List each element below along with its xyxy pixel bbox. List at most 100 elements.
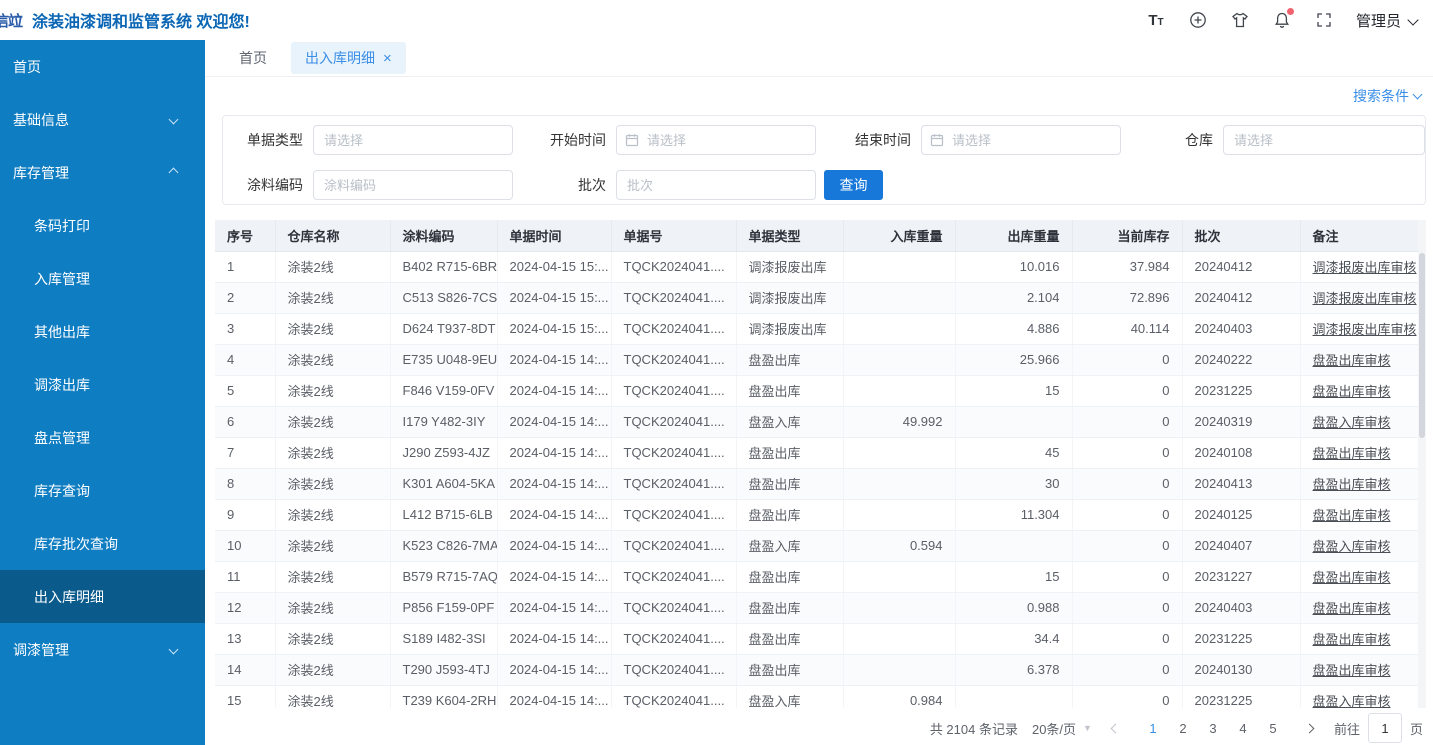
cell-batch: 20240403 <box>1182 592 1300 623</box>
sidebar-item-inventory-mgmt[interactable]: 库存管理 <box>0 146 205 199</box>
cell-doc-no: TQCK2024041.... <box>611 344 736 375</box>
sidebar-item-label: 库存批次查询 <box>34 534 118 554</box>
cell-doc-no: TQCK2024041.... <box>611 530 736 561</box>
sidebar-item-home[interactable]: 首页 <box>0 40 205 93</box>
cell-current-stock: 0 <box>1072 437 1182 468</box>
theme-shirt-icon[interactable] <box>1230 10 1250 30</box>
cell-in-weight: 0.984 <box>843 685 955 708</box>
plus-circle-icon[interactable] <box>1188 10 1208 30</box>
user-menu[interactable]: 管理员 <box>1356 10 1417 31</box>
scrollbar-thumb[interactable] <box>1419 253 1425 438</box>
cell-seq: 3 <box>215 313 275 344</box>
sidebar-item-inout-detail[interactable]: 出入库明细 <box>0 570 205 623</box>
remark-link[interactable]: 盘盈出库审核 <box>1313 446 1391 461</box>
tab-inout-detail[interactable]: 出入库明细× <box>291 42 406 74</box>
remark-link[interactable]: 盘盈入库审核 <box>1313 415 1391 430</box>
page-number-5[interactable]: 5 <box>1260 717 1286 740</box>
end-time-input[interactable] <box>921 125 1121 155</box>
cell-warehouse: 涂装2线 <box>275 437 390 468</box>
sidebar-item-label: 盘点管理 <box>34 428 90 448</box>
remark-link[interactable]: 调漆报废出库审核 <box>1313 322 1417 337</box>
table-row: 2涂装2线C513 S826-7CS2024-04-15 15:...TQCK2… <box>215 282 1418 313</box>
sidebar-item-barcode-print[interactable]: 条码打印 <box>0 199 205 252</box>
batch-input[interactable] <box>616 170 816 200</box>
vertical-scrollbar[interactable] <box>1418 220 1426 708</box>
doc-type-select[interactable] <box>313 125 513 155</box>
total-records: 共 2104 条记录 <box>930 719 1018 738</box>
remark-link[interactable]: 盘盈出库审核 <box>1313 632 1391 647</box>
remark-link[interactable]: 盘盈出库审核 <box>1313 384 1391 399</box>
next-page-button[interactable] <box>1300 725 1320 732</box>
fullscreen-icon[interactable] <box>1314 10 1334 30</box>
sidebar-item-label: 基础信息 <box>13 110 69 130</box>
cell-in-weight <box>843 468 955 499</box>
start-time-input[interactable] <box>616 125 816 155</box>
close-tab-icon[interactable]: × <box>383 51 392 66</box>
cell-doc-type: 盘盈出库 <box>736 499 843 530</box>
chevron-down-icon <box>1407 14 1418 25</box>
remark-link[interactable]: 盘盈入库审核 <box>1313 539 1391 554</box>
sidebar-item-label: 库存管理 <box>13 163 69 183</box>
remark-link[interactable]: 调漆报废出库审核 <box>1313 291 1417 306</box>
table-header-row: 序号仓库名称涂料编码单据时间单据号单据类型入库重量出库重量当前库存批次备注 <box>215 220 1418 251</box>
remark-link[interactable]: 盘盈入库审核 <box>1313 694 1391 708</box>
cell-out-weight: 15 <box>955 561 1072 592</box>
page-number-2[interactable]: 2 <box>1170 717 1196 740</box>
column-header-doc-type: 单据类型 <box>736 220 843 251</box>
cell-current-stock: 0 <box>1072 406 1182 437</box>
sidebar-item-inbound-mgmt[interactable]: 入库管理 <box>0 252 205 305</box>
paint-code-input[interactable] <box>313 170 513 200</box>
sidebar-item-other-outbound[interactable]: 其他出库 <box>0 305 205 358</box>
cell-out-weight: 30 <box>955 468 1072 499</box>
page-number-3[interactable]: 3 <box>1200 717 1226 740</box>
cell-warehouse: 涂装2线 <box>275 375 390 406</box>
page-number-4[interactable]: 4 <box>1230 717 1256 740</box>
cell-doc-no: TQCK2024041.... <box>611 375 736 406</box>
page-size-select[interactable]: 20条/页 ▼ <box>1032 719 1092 738</box>
remark-link[interactable]: 调漆报废出库审核 <box>1313 260 1417 275</box>
prev-page-button[interactable] <box>1106 725 1126 732</box>
tab-home[interactable]: 首页 <box>225 42 281 74</box>
remark-link[interactable]: 盘盈出库审核 <box>1313 477 1391 492</box>
font-size-icon[interactable]: TT <box>1146 10 1166 30</box>
inout-detail-table: 序号仓库名称涂料编码单据时间单据号单据类型入库重量出库重量当前库存批次备注 1涂… <box>215 220 1426 708</box>
tab-label: 首页 <box>239 48 267 68</box>
table-row: 6涂装2线I179 Y482-3IY2024-04-15 14:...TQCK2… <box>215 406 1418 437</box>
cell-paint-code: E735 U048-9EU <box>390 344 497 375</box>
goto-page-input[interactable] <box>1368 713 1402 743</box>
cell-warehouse: 涂装2线 <box>275 623 390 654</box>
remark-link[interactable]: 盘盈出库审核 <box>1313 353 1391 368</box>
cell-doc-type: 盘盈入库 <box>736 685 843 708</box>
cell-remark: 盘盈出库审核 <box>1300 623 1418 654</box>
table-row: 11涂装2线B579 R715-7AQ2024-04-15 14:...TQCK… <box>215 561 1418 592</box>
batch-label: 批次 <box>572 175 606 195</box>
page-size-label: 20条/页 <box>1032 719 1076 738</box>
cell-remark: 盘盈出库审核 <box>1300 468 1418 499</box>
cell-warehouse: 涂装2线 <box>275 530 390 561</box>
sidebar-item-inventory-batch-query[interactable]: 库存批次查询 <box>0 517 205 570</box>
remark-link[interactable]: 盘盈出库审核 <box>1313 508 1391 523</box>
query-button[interactable]: 查询 <box>824 170 883 200</box>
top-bar: 信竝 涂装油漆调和监管系统 欢迎您! TT 管理员 <box>0 0 1433 40</box>
sidebar-item-stocktake-mgmt[interactable]: 盘点管理 <box>0 411 205 464</box>
cell-remark: 盘盈出库审核 <box>1300 344 1418 375</box>
cell-seq: 9 <box>215 499 275 530</box>
cell-out-weight: 11.304 <box>955 499 1072 530</box>
remark-link[interactable]: 盘盈出库审核 <box>1313 570 1391 585</box>
cell-doc-type: 盘盈出库 <box>736 561 843 592</box>
remark-link[interactable]: 盘盈出库审核 <box>1313 663 1391 678</box>
column-header-batch: 批次 <box>1182 220 1300 251</box>
sidebar-item-basic-info[interactable]: 基础信息 <box>0 93 205 146</box>
cell-in-weight <box>843 592 955 623</box>
sidebar-item-inventory-query[interactable]: 库存查询 <box>0 464 205 517</box>
page-number-1[interactable]: 1 <box>1140 717 1166 740</box>
warehouse-select[interactable] <box>1223 125 1425 155</box>
sidebar-item-paint-mgmt[interactable]: 调漆管理 <box>0 623 205 676</box>
remark-link[interactable]: 盘盈出库审核 <box>1313 601 1391 616</box>
notification-bell-icon[interactable] <box>1272 10 1292 30</box>
cell-current-stock: 0 <box>1072 375 1182 406</box>
cell-doc-type: 盘盈出库 <box>736 344 843 375</box>
pagination: 共 2104 条记录 20条/页 ▼ 12345 前往 页 <box>930 712 1423 744</box>
sidebar-item-paint-outbound[interactable]: 调漆出库 <box>0 358 205 411</box>
search-conditions-toggle[interactable]: 搜索条件 <box>1353 86 1421 106</box>
